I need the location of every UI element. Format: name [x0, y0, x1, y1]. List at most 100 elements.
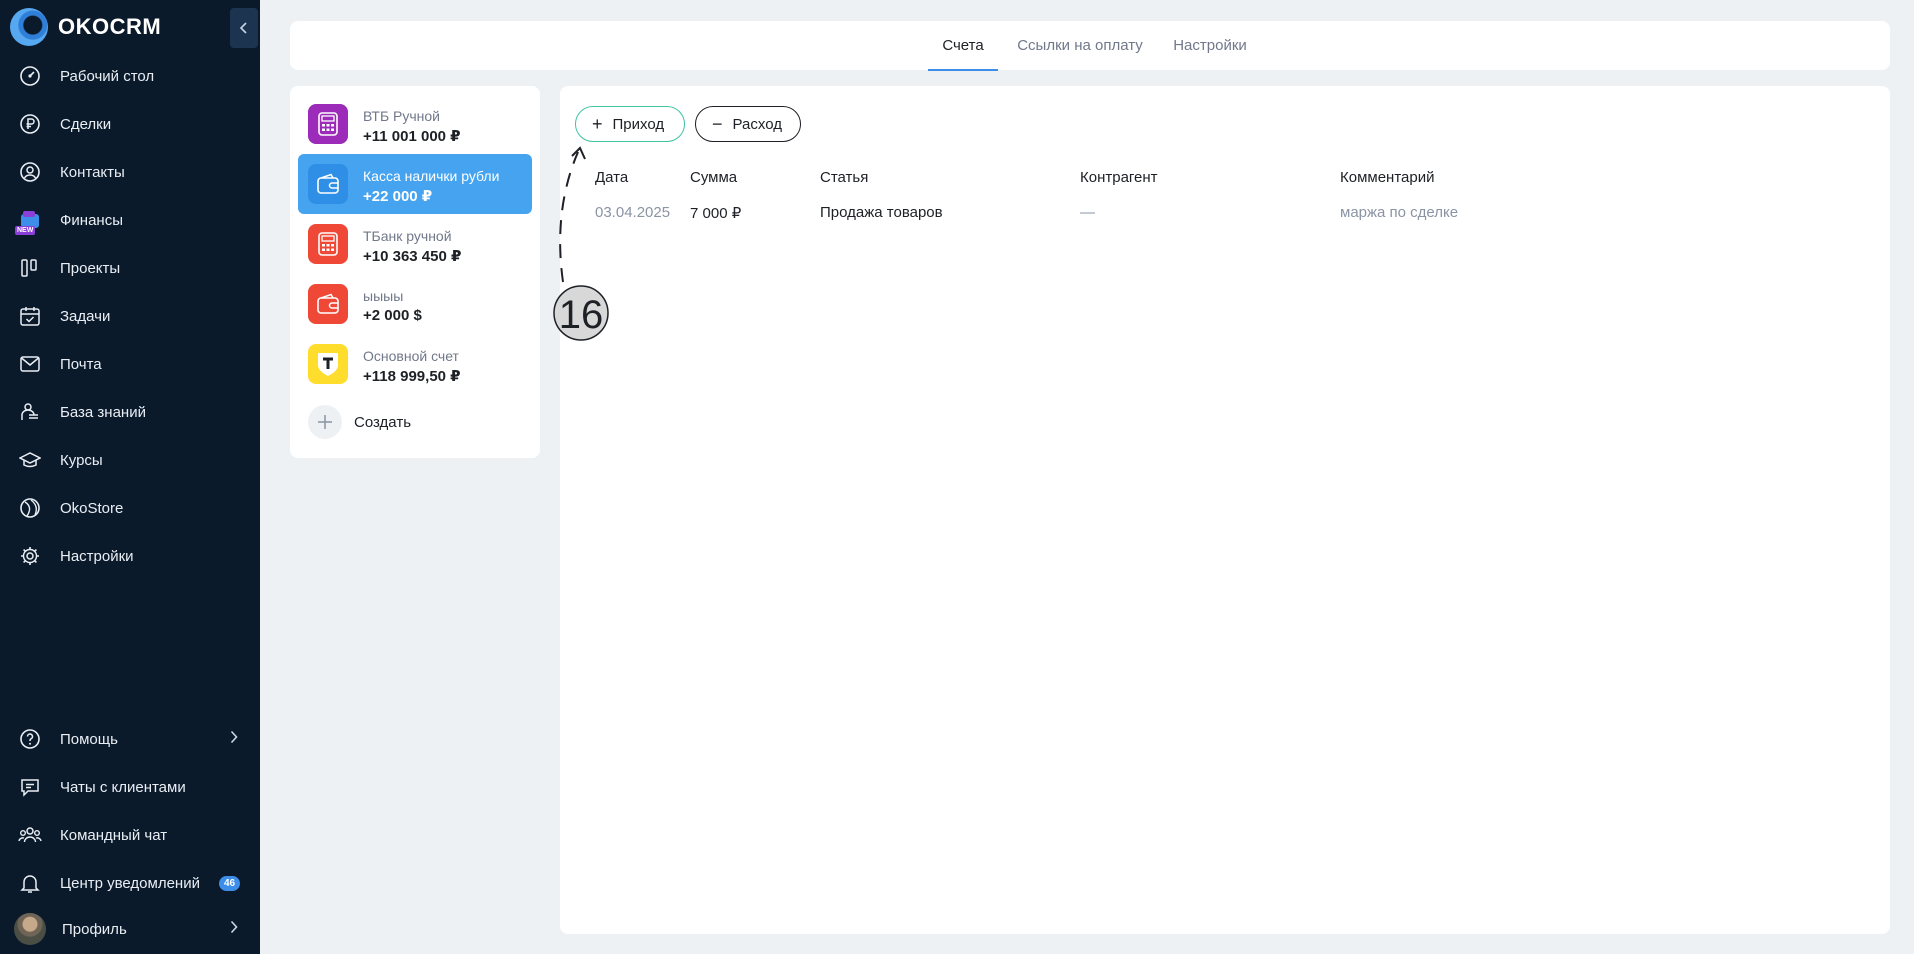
- sidebar-item-projects[interactable]: Проекты: [0, 248, 260, 288]
- knowledge-icon: [18, 400, 42, 424]
- sidebar-item-label: Курсы: [60, 451, 103, 469]
- avatar: [14, 913, 46, 945]
- sidebar-item-team-chat[interactable]: Командный чат: [0, 815, 260, 855]
- account-balance: +2 000 $: [363, 307, 422, 324]
- sidebar-item-knowledge-base[interactable]: База знаний: [0, 392, 260, 432]
- cell-counterparty: —: [1080, 204, 1095, 221]
- tabs-bar: Счета Ссылки на оплату Настройки: [290, 21, 1890, 71]
- sidebar-item-label: Почта: [60, 355, 102, 373]
- ruble-icon: [18, 112, 42, 136]
- tbank-logo-icon: [308, 344, 348, 384]
- sidebar-item-tasks[interactable]: Задачи: [0, 296, 260, 336]
- sidebar-item-finance[interactable]: NEW Финансы: [0, 200, 260, 240]
- gear-icon: [18, 544, 42, 568]
- graduation-cap-icon: [18, 448, 42, 472]
- chat-icon: [18, 775, 42, 799]
- column-header-article: Статья: [820, 169, 869, 186]
- team-icon: [18, 823, 42, 847]
- sidebar-item-label: Помощь: [60, 730, 118, 748]
- notification-count-badge: 46: [219, 875, 241, 891]
- sidebar-item-label: Финансы: [60, 211, 123, 229]
- mail-icon: [18, 352, 42, 376]
- sidebar-item-label: Профиль: [62, 920, 127, 938]
- sidebar-item-label: OkoStore: [60, 499, 124, 517]
- sidebar-item-label: Командный чат: [60, 826, 168, 844]
- sidebar-item-profile[interactable]: Профиль: [0, 909, 260, 949]
- sidebar-item-label: Рабочий стол: [60, 67, 155, 85]
- new-badge: NEW: [15, 226, 36, 235]
- cell-article: Продажа товаров: [820, 204, 943, 221]
- calculator-icon: [308, 224, 348, 264]
- account-item[interactable]: Основной счет +118 999,50 ₽: [298, 334, 532, 394]
- cell-date: 03.04.2025: [595, 204, 671, 221]
- sidebar-item-contacts[interactable]: Контакты: [0, 152, 260, 192]
- cell-comment: маржа по сделке: [1340, 204, 1459, 221]
- collapse-sidebar-button[interactable]: [230, 8, 258, 48]
- projects-icon: [18, 256, 42, 280]
- sidebar-item-client-chats[interactable]: Чаты с клиентами: [0, 767, 260, 807]
- account-balance: +11 001 000 ₽: [363, 128, 461, 145]
- create-label: Создать: [354, 413, 412, 431]
- sidebar-item-mail[interactable]: Почта: [0, 344, 260, 384]
- help-icon: [18, 727, 42, 751]
- logo[interactable]: OKOCRM: [10, 8, 161, 46]
- user-icon: [18, 160, 42, 184]
- create-account-button[interactable]: Создать: [308, 404, 508, 440]
- sidebar-item-label: Контакты: [60, 163, 125, 181]
- chevron-left-icon: [239, 22, 247, 34]
- column-header-date: Дата: [595, 169, 629, 186]
- sidebar-item-notifications[interactable]: Центр уведомлений 46: [0, 863, 260, 903]
- account-balance: +22 000 ₽: [363, 188, 433, 205]
- chevron-right-icon: [230, 730, 238, 749]
- sidebar-item-help[interactable]: Помощь: [0, 719, 260, 759]
- wallet-icon: [308, 284, 348, 324]
- tab-settings[interactable]: Настройки: [1160, 21, 1260, 70]
- account-name: ТБанк ручной: [363, 228, 452, 244]
- account-name: Основной счет: [363, 348, 459, 364]
- sidebar-item-label: Центр уведомлений: [60, 874, 200, 892]
- income-label: Приход: [612, 115, 665, 133]
- dashboard-icon: [18, 64, 42, 88]
- table-row[interactable]: [590, 196, 1870, 230]
- sidebar-item-deals[interactable]: Сделки: [0, 104, 260, 144]
- sidebar-item-label: Задачи: [60, 307, 111, 325]
- account-name: ыыыы: [363, 288, 404, 304]
- account-item-selected[interactable]: Касса налички рубли +22 000 ₽: [298, 154, 532, 214]
- bell-icon: [18, 871, 42, 895]
- sidebar-item-label: Сделки: [60, 115, 112, 133]
- calculator-icon: [308, 104, 348, 144]
- account-item[interactable]: ТБанк ручной +10 363 450 ₽: [298, 214, 532, 274]
- add-income-button[interactable]: + Приход: [575, 106, 685, 142]
- sidebar-item-label: Чаты с клиентами: [60, 778, 186, 796]
- expense-label: Расход: [732, 115, 782, 133]
- sidebar-item-settings[interactable]: Настройки: [0, 536, 260, 576]
- chevron-right-icon: [230, 920, 238, 939]
- cell-amount: 7 000 ₽: [690, 205, 742, 222]
- store-icon: [18, 496, 42, 520]
- column-header-amount: Сумма: [690, 169, 738, 186]
- calendar-check-icon: [18, 304, 42, 328]
- plus-icon: [308, 405, 342, 439]
- plus-icon: +: [592, 114, 603, 134]
- minus-icon: −: [712, 114, 723, 134]
- account-balance: +10 363 450 ₽: [363, 248, 462, 265]
- sidebar-item-label: Проекты: [60, 259, 121, 277]
- sidebar: OKOCRM Рабочий стол Сделки Контакты NEW …: [0, 0, 260, 954]
- column-header-counterparty: Контрагент: [1080, 169, 1158, 186]
- accounts-panel: ВТБ Ручной +11 001 000 ₽ Касса налички р…: [290, 86, 540, 458]
- column-header-comment: Комментарий: [1340, 169, 1435, 186]
- logo-icon: [10, 8, 48, 46]
- add-expense-button[interactable]: − Расход: [695, 106, 801, 142]
- sidebar-item-dashboard[interactable]: Рабочий стол: [0, 56, 260, 96]
- account-balance: +118 999,50 ₽: [363, 368, 461, 385]
- sidebar-item-courses[interactable]: Курсы: [0, 440, 260, 480]
- tab-payment-links[interactable]: Ссылки на оплату: [1010, 21, 1150, 70]
- tab-accounts[interactable]: Счета: [928, 21, 998, 71]
- account-item[interactable]: ыыыы +2 000 $: [298, 274, 532, 334]
- sidebar-item-label: Настройки: [60, 547, 134, 565]
- account-name: ВТБ Ручной: [363, 108, 440, 124]
- transactions-panel: + Приход − Расход Дата Сумма Статья Конт…: [560, 86, 1890, 934]
- sidebar-item-okostore[interactable]: OkoStore: [0, 488, 260, 528]
- account-item[interactable]: ВТБ Ручной +11 001 000 ₽: [298, 94, 532, 154]
- account-name: Касса налички рубли: [363, 168, 500, 184]
